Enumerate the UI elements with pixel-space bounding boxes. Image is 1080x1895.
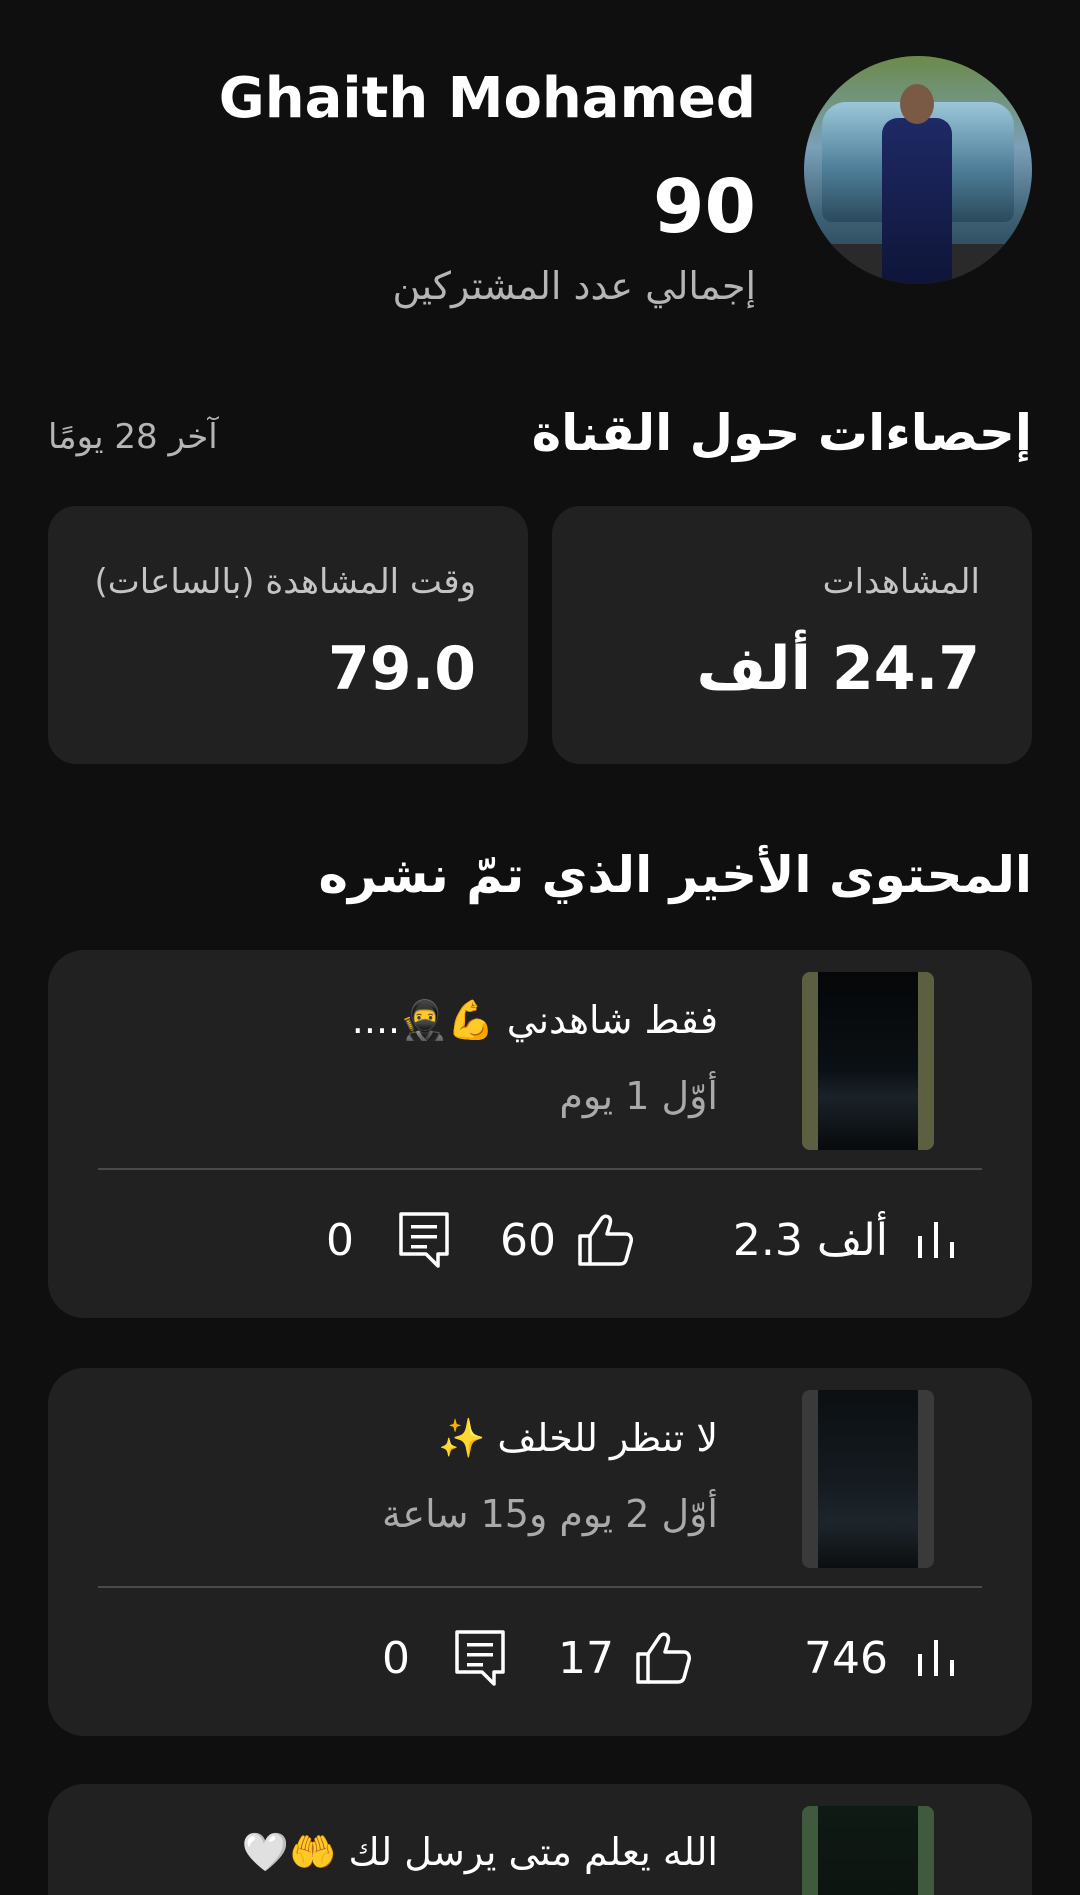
comments-metric: 0 xyxy=(382,1626,506,1690)
video-age: أوّل 1 يوم xyxy=(559,1074,718,1118)
views-metric: 746 xyxy=(804,1626,964,1690)
likes-metric: 17 xyxy=(558,1626,692,1690)
channel-stats-title: إحصاءات حول القناة xyxy=(531,404,1032,462)
channel-dashboard: Ghaith Mohamed 90 إجمالي عدد المشتركين إ… xyxy=(0,0,1080,1895)
thumb-up-icon xyxy=(578,1214,633,1266)
video-title: فقط شاهدني 💪🥷.... xyxy=(351,998,718,1042)
avatar-person-shape xyxy=(882,118,952,284)
video-metrics: 746 17 0 xyxy=(48,1626,1032,1690)
views-stat-label: المشاهدات xyxy=(822,562,980,602)
likes-count: 60 xyxy=(500,1214,556,1266)
comments-metric: 0 xyxy=(326,1208,450,1272)
watch-time-stat-label: وقت المشاهدة (بالساعات) xyxy=(94,562,476,602)
thumb-up-icon xyxy=(636,1632,691,1684)
card-divider xyxy=(98,1586,982,1588)
video-thumbnail[interactable] xyxy=(802,1390,934,1568)
subscriber-count: 90 xyxy=(653,164,756,250)
views-metric: 2.3 ألف xyxy=(733,1208,964,1272)
views-stat-value: 24.7 ألف xyxy=(696,634,981,704)
views-bars-icon xyxy=(918,1222,954,1258)
content-card[interactable]: فقط شاهدني 💪🥷.... أوّل 1 يوم 2.3 ألف 60 xyxy=(48,950,1032,1318)
video-thumbnail[interactable] xyxy=(802,1806,934,1895)
recent-content-title: المحتوى الأخير الذي تمّ نشره xyxy=(318,846,1032,904)
comments-count: 0 xyxy=(326,1214,354,1266)
channel-header: Ghaith Mohamed 90 إجمالي عدد المشتركين xyxy=(48,56,1032,336)
watch-time-stat-value: 79.0 xyxy=(327,634,476,704)
video-title: الله يعلم متى يرسل لك 🤲🤍 xyxy=(241,1830,718,1874)
comment-icon xyxy=(399,1212,449,1268)
subscriber-label: إجمالي عدد المشتركين xyxy=(392,264,756,308)
content-card[interactable]: الله يعلم متى يرسل لك 🤲🤍 xyxy=(48,1784,1032,1895)
comments-count: 0 xyxy=(382,1632,410,1684)
avatar-person-head-shape xyxy=(900,84,934,124)
video-age: أوّل 2 يوم و15 ساعة xyxy=(382,1492,718,1536)
stats-period[interactable]: آخر 28 يومًا xyxy=(48,417,218,457)
video-metrics: 2.3 ألف 60 0 xyxy=(48,1208,1032,1272)
video-title: لا تنظر للخلف ✨ xyxy=(437,1416,718,1460)
likes-metric: 60 xyxy=(500,1208,634,1272)
channel-avatar[interactable] xyxy=(804,56,1032,284)
views-count: 746 xyxy=(804,1632,888,1684)
card-divider xyxy=(98,1168,982,1170)
views-stat-card[interactable]: المشاهدات 24.7 ألف xyxy=(552,506,1032,764)
views-bars-icon xyxy=(918,1640,954,1676)
comment-icon xyxy=(455,1630,505,1686)
likes-count: 17 xyxy=(558,1632,614,1684)
views-count: 2.3 ألف xyxy=(732,1214,888,1266)
watch-time-stat-card[interactable]: وقت المشاهدة (بالساعات) 79.0 xyxy=(48,506,528,764)
channel-name: Ghaith Mohamed xyxy=(218,66,756,131)
content-card[interactable]: لا تنظر للخلف ✨ أوّل 2 يوم و15 ساعة 746 … xyxy=(48,1368,1032,1736)
video-thumbnail[interactable] xyxy=(802,972,934,1150)
